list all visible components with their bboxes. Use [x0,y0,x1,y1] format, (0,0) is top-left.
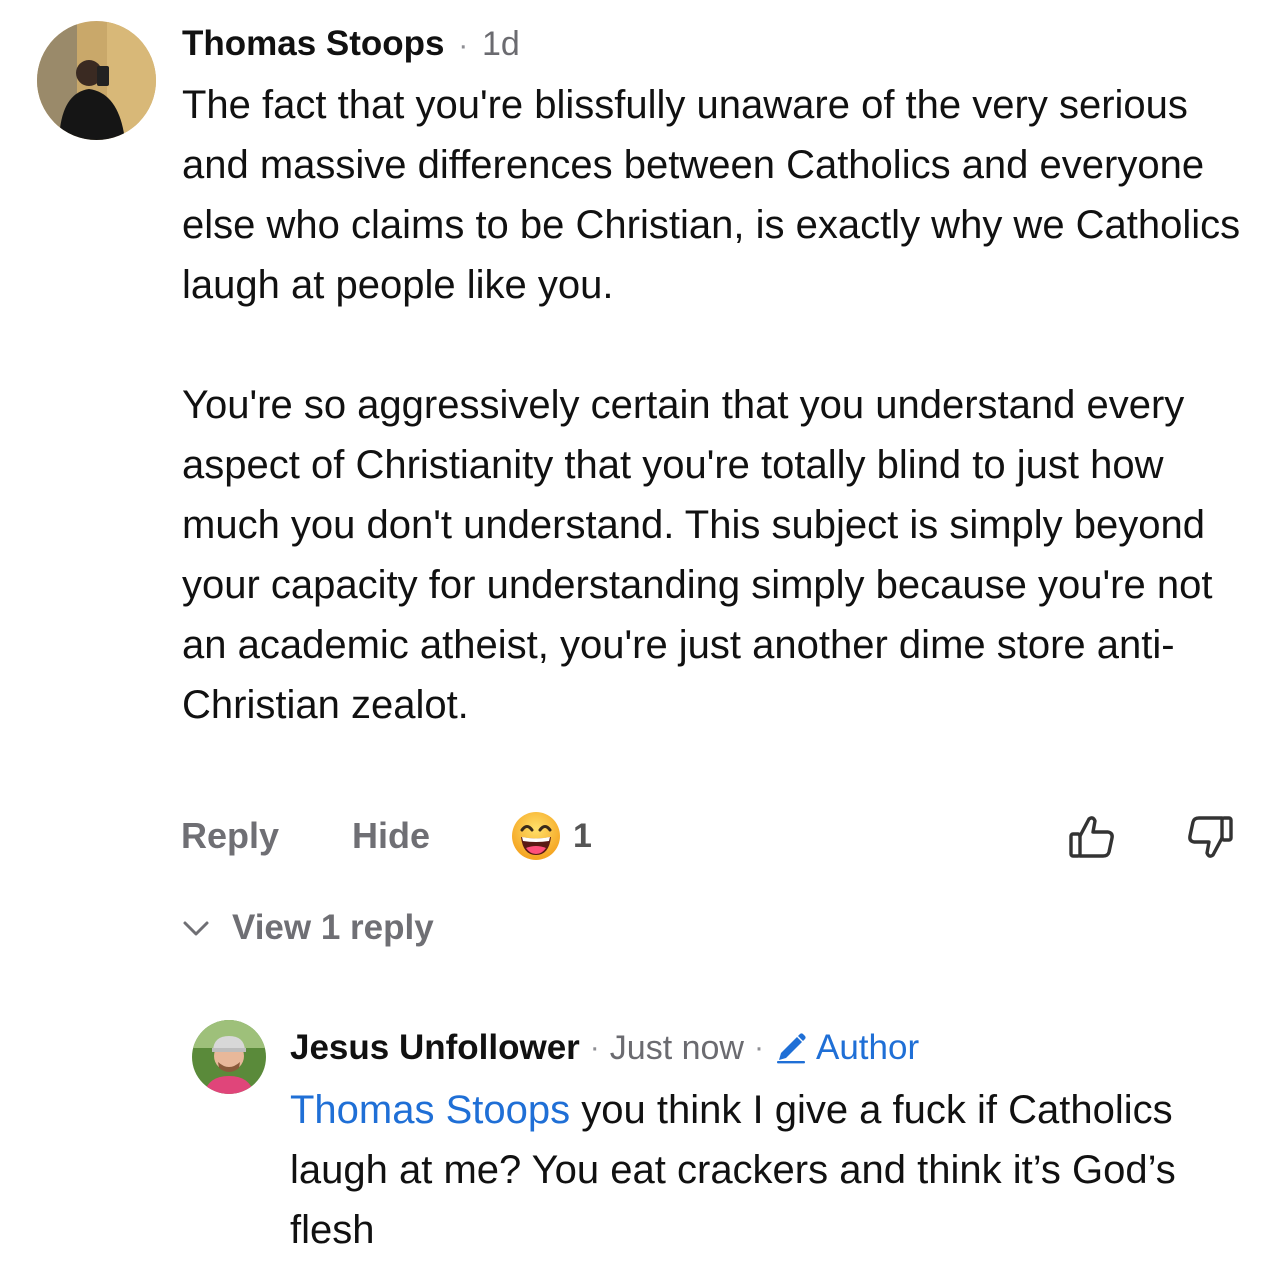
reply-body: Thomas Stoops you think I give a fuck if… [290,1080,1250,1260]
separator-dot: · [753,1031,764,1064]
view-replies-label: View 1 reply [232,908,434,947]
author-badge-label: Author [815,1028,920,1067]
comment-body: The fact that you're blissfully unaware … [182,75,1262,735]
separator-dot: · [458,29,469,62]
author-badge: Author [774,1025,919,1071]
reply-author-name[interactable]: Jesus Unfollower [290,1025,580,1071]
avatar-thomas-stoops[interactable] [37,21,156,140]
comment-author-name[interactable]: Thomas Stoops [182,24,445,63]
dislike-icon[interactable] [1185,812,1235,862]
comment-header: Thomas Stoops · 1d [182,22,520,68]
mention-link[interactable]: Thomas Stoops [290,1088,570,1132]
comment-timestamp: 1d [482,25,520,63]
reply-timestamp: Just now [609,1029,744,1067]
laughing-emoji-icon [511,811,561,861]
avatar-jesus-unfollower[interactable] [192,1020,266,1094]
separator-dot: · [589,1031,600,1064]
chevron-down-icon [180,912,212,944]
reaction-count: 1 [573,816,592,855]
comment-paragraph: You're so aggressively certain that you … [182,383,1213,727]
comment-paragraph: The fact that you're blissfully unaware … [182,83,1241,307]
view-replies-toggle[interactable]: View 1 reply [180,908,434,948]
hide-button[interactable]: Hide [352,812,430,860]
like-icon[interactable] [1067,812,1117,862]
reply-button[interactable]: Reply [181,812,279,860]
reaction-summary[interactable]: 1 [511,811,592,861]
pencil-icon [774,1031,808,1065]
reply-header: Jesus Unfollower · Just now · Author [290,1025,919,1071]
